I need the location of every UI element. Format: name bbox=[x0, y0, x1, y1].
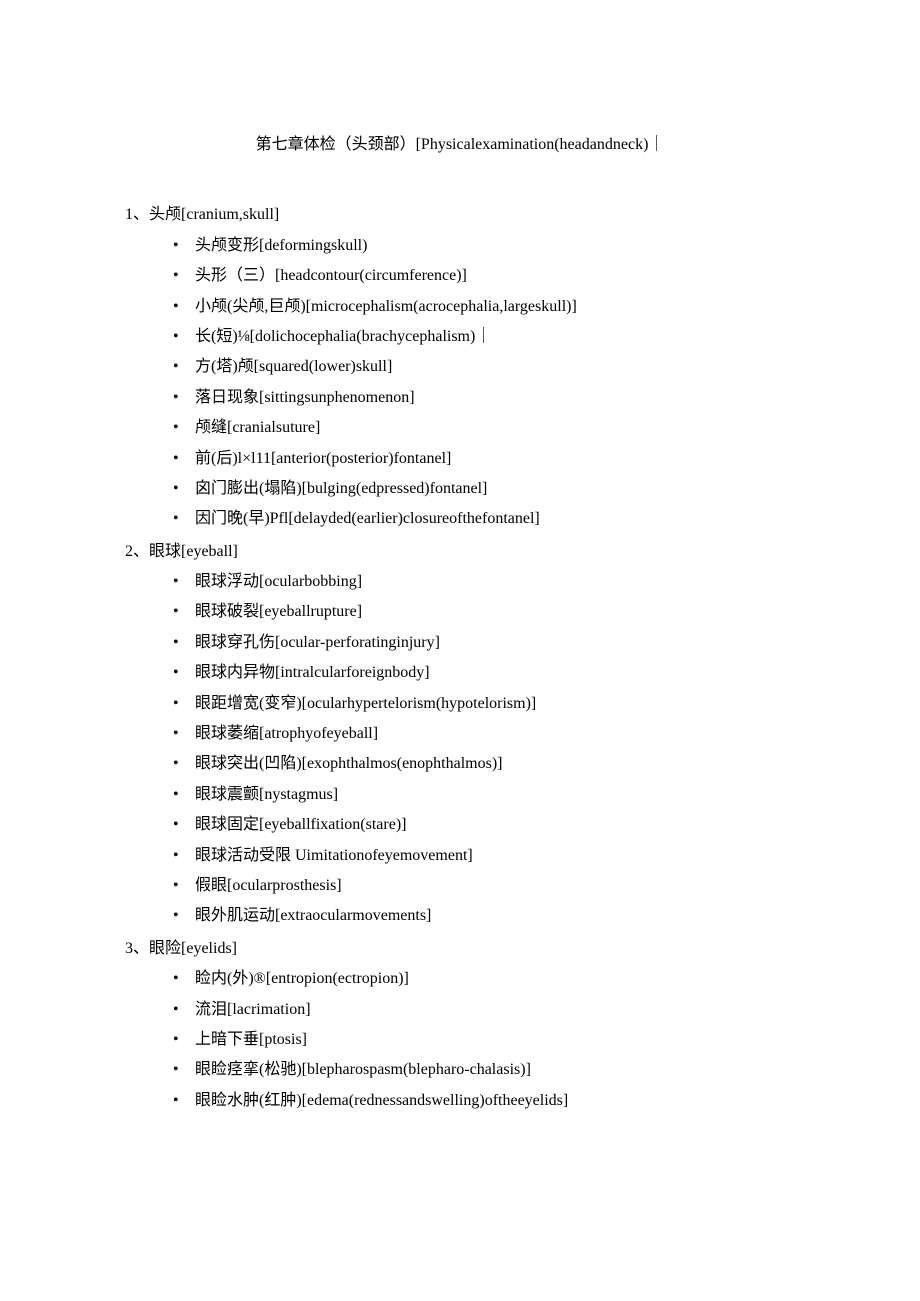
list-item: 头颅变形[deformingskull) bbox=[173, 231, 795, 261]
list-item: 头形（三）[headcontour(circumference)] bbox=[173, 261, 795, 291]
list-item: 眼球萎缩[atrophyofeyeball] bbox=[173, 719, 795, 749]
section-1: 1、头颅[cranium,skull] 头颅变形[deformingskull)… bbox=[125, 200, 795, 534]
list-item: 眼睑水肿(红肿)[edema(rednessandswelling)ofthee… bbox=[173, 1086, 795, 1116]
section-3-list: 睑内(外)®[entropion(ectropion)] 流泪[lacrimat… bbox=[125, 964, 795, 1116]
list-item: 颅缝[cranialsuture] bbox=[173, 413, 795, 443]
list-item: 睑内(外)®[entropion(ectropion)] bbox=[173, 964, 795, 994]
section-2: 2、眼球[eyeball] 眼球浮动[ocularbobbing] 眼球破裂[e… bbox=[125, 537, 795, 932]
list-item: 眼球活动受限 Uimitationofeyemovement] bbox=[173, 841, 795, 871]
list-item: 眼距增宽(变窄)[ocularhypertelorism(hypoteloris… bbox=[173, 689, 795, 719]
list-item: 落日现象[sittingsunphenomenon] bbox=[173, 383, 795, 413]
list-item: 前(后)l×l11[anterior(posterior)fontanel] bbox=[173, 444, 795, 474]
list-item: 眼球穿孔伤[ocular-perforatinginjury] bbox=[173, 628, 795, 658]
section-2-title: 眼球[eyeball] bbox=[149, 543, 238, 560]
section-1-list: 头颅变形[deformingskull) 头形（三）[headcontour(c… bbox=[125, 231, 795, 535]
list-item: 眼外肌运动[extraocularmovements] bbox=[173, 901, 795, 931]
list-item: 囟门膨出(塌陷)[bulging(edpressed)fontanel] bbox=[173, 474, 795, 504]
section-3: 3、眼险[eyelids] 睑内(外)®[entropion(ectropion… bbox=[125, 934, 795, 1116]
list-item: 方(塔)颅[squared(lower)skull] bbox=[173, 352, 795, 382]
list-item: 眼球浮动[ocularbobbing] bbox=[173, 567, 795, 597]
list-item: 眼球震颤[nystagmus] bbox=[173, 780, 795, 810]
section-3-title: 眼险[eyelids] bbox=[149, 940, 237, 957]
list-item: 眼球固定[eyeballfixation(stare)] bbox=[173, 810, 795, 840]
section-1-number: 1、 bbox=[125, 206, 149, 223]
list-item: 因门晚(早)Pfl[delayded(earlier)closureofthef… bbox=[173, 504, 795, 534]
section-1-heading: 1、头颅[cranium,skull] bbox=[125, 200, 795, 230]
section-2-list: 眼球浮动[ocularbobbing] 眼球破裂[eyeballrupture]… bbox=[125, 567, 795, 932]
list-item: 眼球内异物[intralcularforeignbody] bbox=[173, 658, 795, 688]
list-item: 上暗下垂[ptosis] bbox=[173, 1025, 795, 1055]
list-item: 眼球破裂[eyeballrupture] bbox=[173, 597, 795, 627]
list-item: 眼睑痉挛(松驰)[blepharospasm(blepharo-chalasis… bbox=[173, 1055, 795, 1085]
list-item: 假眼[ocularprosthesis] bbox=[173, 871, 795, 901]
section-2-number: 2、 bbox=[125, 543, 149, 560]
section-3-heading: 3、眼险[eyelids] bbox=[125, 934, 795, 964]
list-item: 长(短)⅛[dolichocephalia(brachycephalism)｜ bbox=[173, 322, 795, 352]
section-1-title: 头颅[cranium,skull] bbox=[149, 206, 279, 223]
list-item: 小颅(尖颅,巨颅)[microcephalism(acrocephalia,la… bbox=[173, 292, 795, 322]
page-title: 第七章体检（头颈部）[Physicalexamination(headandne… bbox=[125, 130, 795, 160]
section-2-heading: 2、眼球[eyeball] bbox=[125, 537, 795, 567]
section-3-number: 3、 bbox=[125, 940, 149, 957]
list-item: 流泪[lacrimation] bbox=[173, 995, 795, 1025]
list-item: 眼球突出(凹陷)[exophthalmos(enophthalmos)] bbox=[173, 749, 795, 779]
